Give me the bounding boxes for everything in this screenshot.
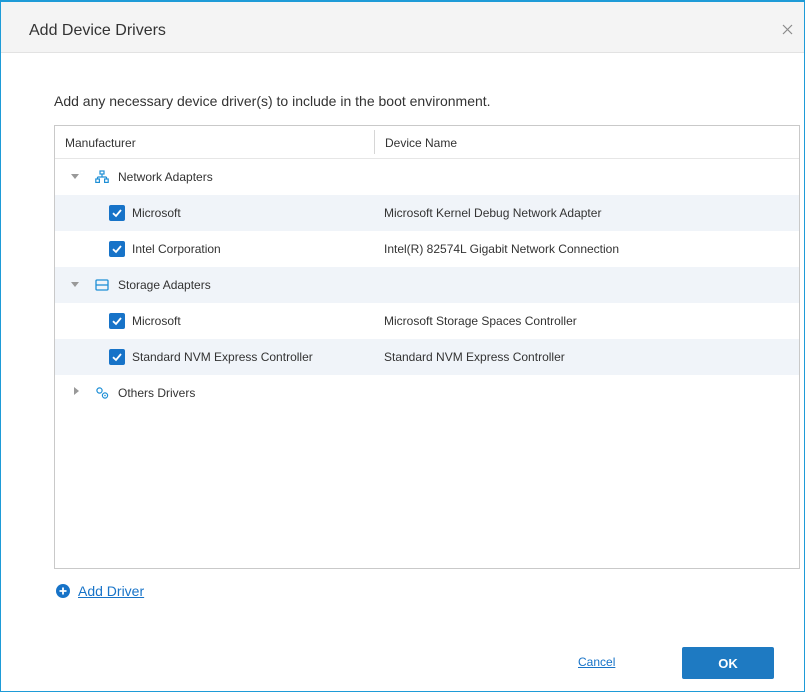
checkmark-icon — [112, 245, 122, 254]
device-name-cell: Intel(R) 82574L Gigabit Network Connecti… — [384, 242, 620, 256]
column-divider[interactable] — [374, 130, 375, 154]
add-device-drivers-dialog: Add Device Drivers Add any necessary dev… — [0, 0, 805, 692]
driver-row[interactable]: Microsoft Microsoft Kernel Debug Network… — [55, 195, 799, 231]
group-label: Network Adapters — [118, 170, 213, 184]
device-name-cell: Microsoft Storage Spaces Controller — [384, 314, 577, 328]
group-label: Others Drivers — [118, 386, 196, 400]
device-name-cell: Microsoft Kernel Debug Network Adapter — [384, 206, 602, 220]
dialog-title: Add Device Drivers — [29, 22, 166, 39]
add-driver-label[interactable]: Add Driver — [78, 583, 144, 599]
dialog-titlebar: Add Device Drivers — [1, 2, 804, 53]
driver-checkbox[interactable] — [109, 241, 125, 257]
grid-header: Manufacturer Device Name — [55, 126, 799, 159]
driver-checkbox[interactable] — [109, 349, 125, 365]
add-driver-link[interactable]: Add Driver — [56, 583, 144, 599]
manufacturer-cell: Microsoft — [132, 314, 181, 328]
close-button[interactable] — [776, 18, 798, 40]
driver-checkbox[interactable] — [109, 205, 125, 221]
group-row-storage-adapters[interactable]: Storage Adapters — [55, 267, 799, 303]
driver-row[interactable]: Standard NVM Express Controller Standard… — [55, 339, 799, 375]
group-label: Storage Adapters — [118, 278, 211, 292]
column-header-manufacturer[interactable]: Manufacturer — [65, 136, 136, 150]
checkmark-icon — [112, 317, 122, 326]
expand-caret-icon[interactable] — [74, 387, 79, 395]
checkmark-icon — [112, 353, 122, 362]
drivers-grid: Manufacturer Device Name Network Adapter… — [54, 125, 800, 569]
ok-button[interactable]: OK — [682, 647, 774, 679]
checkmark-icon — [112, 209, 122, 218]
group-row-network-adapters[interactable]: Network Adapters — [55, 159, 799, 195]
gears-icon — [96, 387, 109, 399]
driver-checkbox[interactable] — [109, 313, 125, 329]
manufacturer-cell: Intel Corporation — [132, 242, 221, 256]
driver-row[interactable]: Intel Corporation Intel(R) 82574L Gigabi… — [55, 231, 799, 267]
manufacturer-cell: Microsoft — [132, 206, 181, 220]
close-icon — [782, 24, 792, 34]
device-name-cell: Standard NVM Express Controller — [384, 350, 565, 364]
manufacturer-cell: Standard NVM Express Controller — [132, 350, 313, 364]
collapse-caret-icon[interactable] — [71, 174, 79, 179]
storage-icon — [95, 279, 109, 291]
network-icon — [95, 170, 109, 184]
group-row-others-drivers[interactable]: Others Drivers — [55, 375, 799, 411]
plus-circle-icon — [56, 584, 70, 598]
driver-row[interactable]: Microsoft Microsoft Storage Spaces Contr… — [55, 303, 799, 339]
collapse-caret-icon[interactable] — [71, 282, 79, 287]
dialog-description: Add any necessary device driver(s) to in… — [54, 93, 491, 109]
cancel-button[interactable]: Cancel — [578, 655, 615, 669]
column-header-device-name[interactable]: Device Name — [385, 136, 457, 150]
